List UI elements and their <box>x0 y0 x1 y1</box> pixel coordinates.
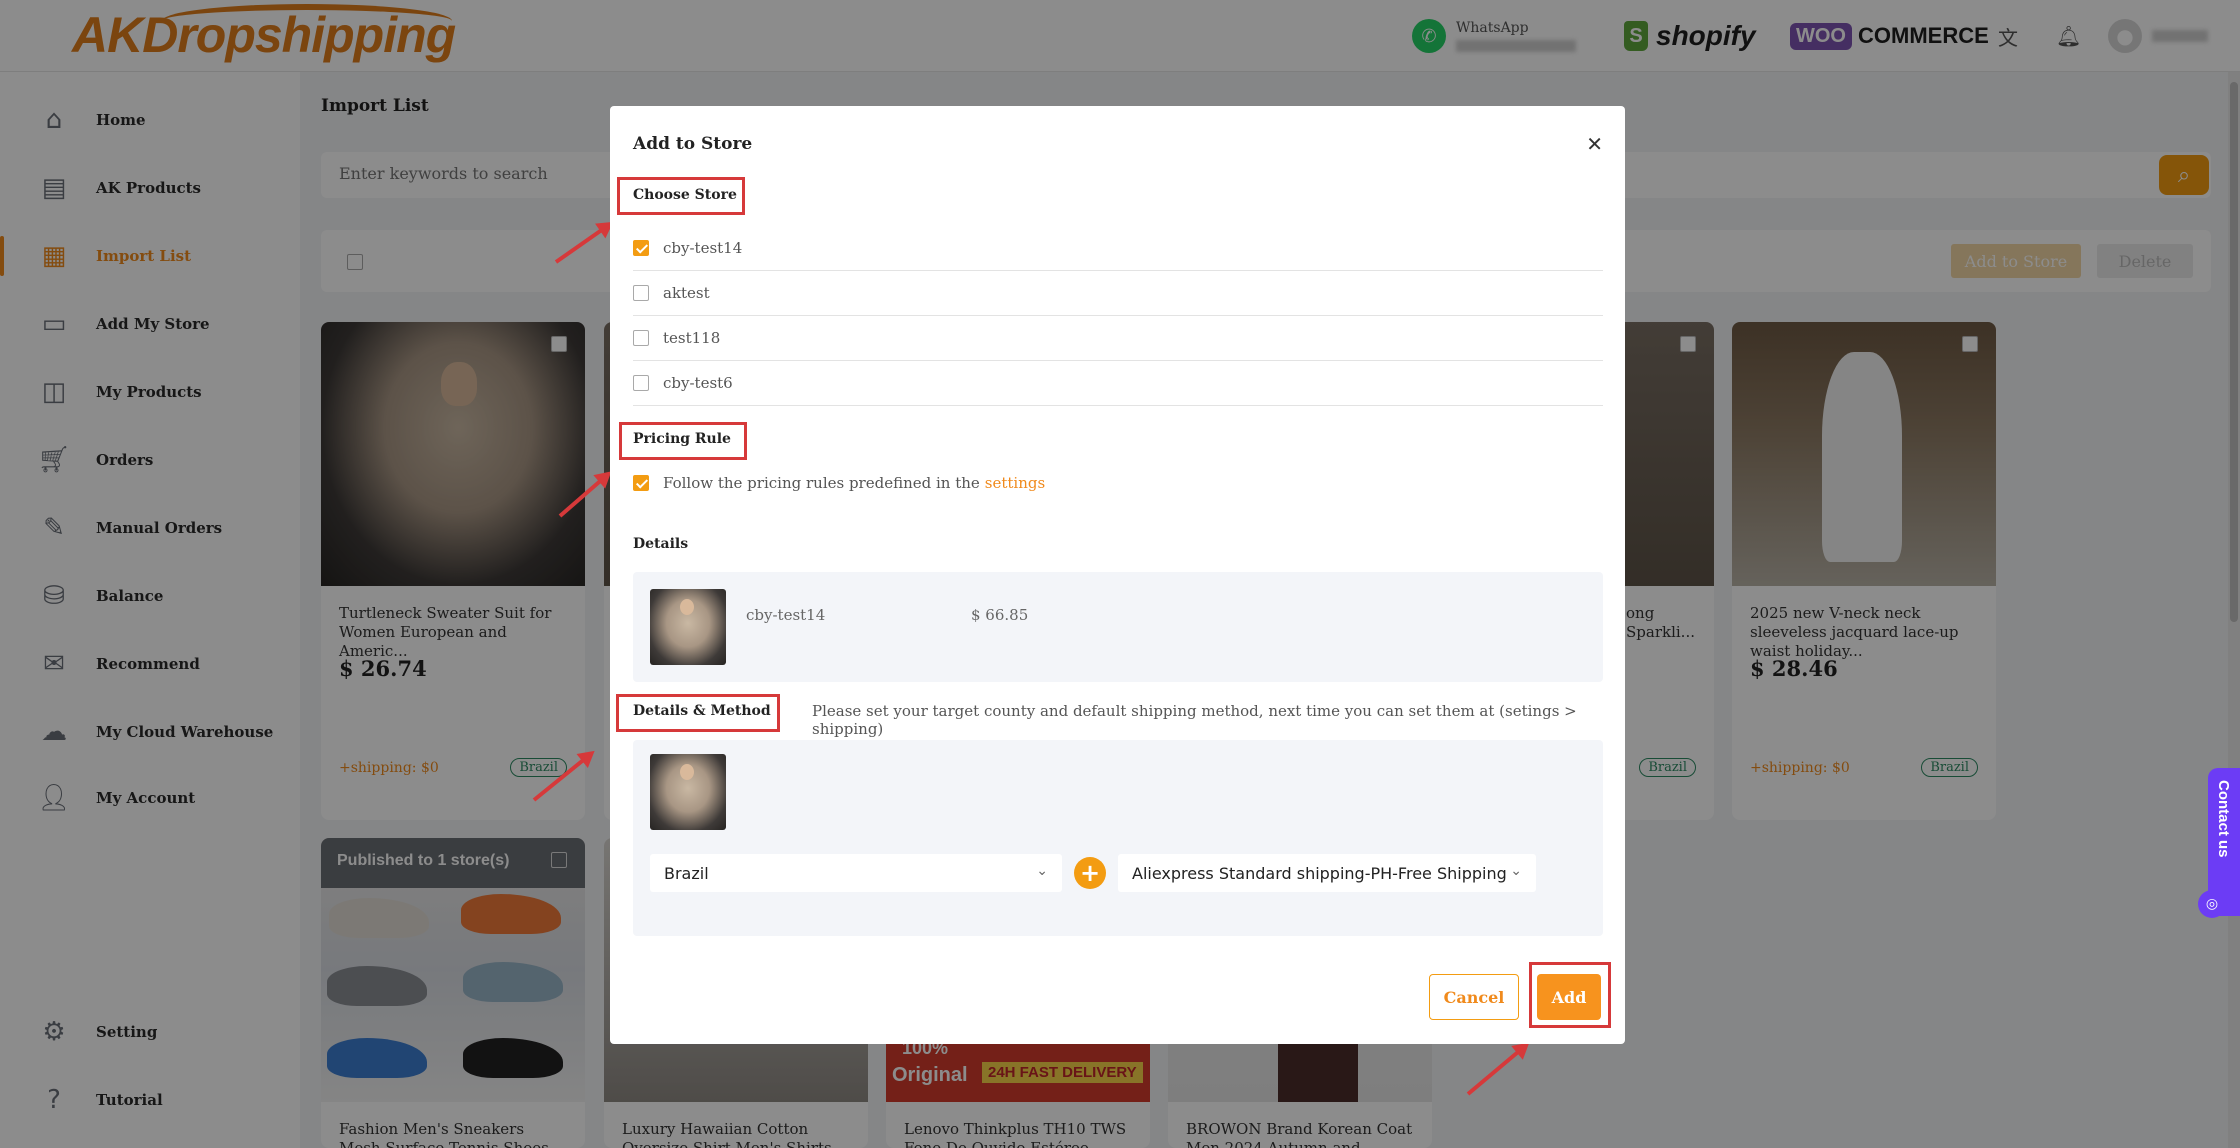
store-option-test118[interactable]: test118 <box>633 316 1603 361</box>
store-option-cby-test14[interactable]: cby-test14 <box>633 226 1603 271</box>
store-checkbox[interactable] <box>633 375 649 391</box>
cancel-button[interactable]: Cancel <box>1429 974 1519 1020</box>
add-country-button[interactable]: + <box>1074 857 1106 889</box>
pricing-rule-text: Follow the pricing rules predefined in t… <box>663 474 980 492</box>
pricing-rule-option[interactable]: Follow the pricing rules predefined in t… <box>633 474 1045 492</box>
chat-bubble-icon[interactable]: ◎ <box>2198 890 2226 918</box>
details-label: Details <box>633 536 689 552</box>
add-button[interactable]: Add <box>1537 974 1601 1020</box>
shipping-method-select[interactable]: Aliexpress Standard shipping-PH-Free Shi… <box>1118 854 1536 892</box>
detail-store-name: cby-test14 <box>746 606 826 624</box>
shipping-method-panel: Brazil ⌄ + Aliexpress Standard shipping-… <box>633 740 1603 936</box>
detail-product-image <box>650 589 726 665</box>
chevron-down-icon: ⌄ <box>1036 863 1048 879</box>
store-checkbox[interactable] <box>633 240 649 256</box>
choose-store-label: Choose Store <box>633 187 737 203</box>
close-icon[interactable]: ✕ <box>1586 132 1603 156</box>
store-option-cby-test6[interactable]: cby-test6 <box>633 361 1603 406</box>
store-name: aktest <box>663 284 710 302</box>
method-product-image <box>650 754 726 830</box>
store-checkbox[interactable] <box>633 330 649 346</box>
store-checkbox[interactable] <box>633 285 649 301</box>
shipping-hint: Please set your target county and defaul… <box>812 702 1577 738</box>
settings-link[interactable]: settings <box>985 474 1045 492</box>
store-name: test118 <box>663 329 721 347</box>
chevron-down-icon: ⌄ <box>1510 863 1522 879</box>
details-panel: cby-test14 $ 66.85 <box>633 572 1603 682</box>
store-name: cby-test14 <box>663 239 743 257</box>
country-select[interactable]: Brazil ⌄ <box>650 854 1062 892</box>
details-method-label: Details & Method <box>633 703 771 719</box>
store-name: cby-test6 <box>663 374 733 392</box>
detail-price: $ 66.85 <box>971 606 1029 624</box>
pricing-rule-checkbox[interactable] <box>633 475 649 491</box>
store-option-aktest[interactable]: aktest <box>633 271 1603 316</box>
add-to-store-dialog: Add to Store ✕ Choose Store cby-test14 a… <box>610 106 1625 1044</box>
country-value: Brazil <box>664 863 709 883</box>
shipping-method-value: Aliexpress Standard shipping-PH-Free Shi… <box>1132 863 1507 883</box>
dialog-title: Add to Store <box>633 134 753 154</box>
pricing-rule-label: Pricing Rule <box>633 431 731 447</box>
plus-icon: + <box>1079 859 1101 887</box>
contact-us-label: Contact us <box>2215 780 2232 858</box>
